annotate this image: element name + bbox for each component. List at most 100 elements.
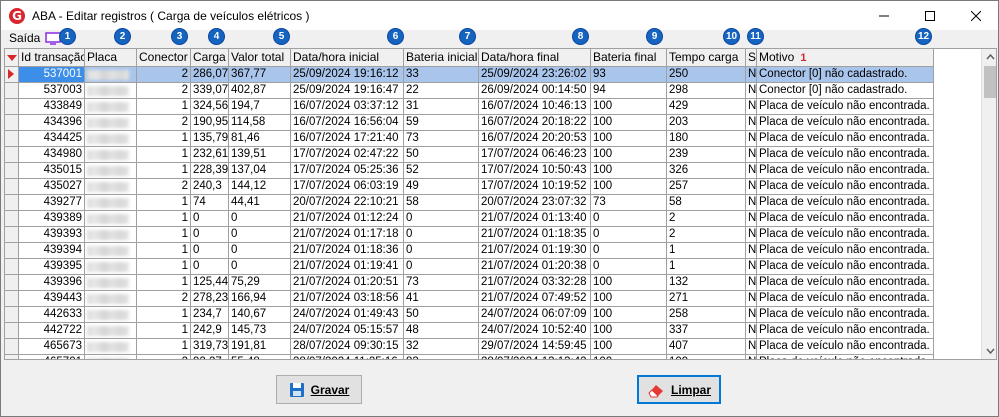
scroll-down-icon[interactable] [982,343,997,359]
table-cell[interactable]: 0 [191,227,229,243]
table-cell[interactable] [85,323,137,339]
table-cell[interactable]: 0 [591,227,667,243]
table-cell[interactable]: 435015 [19,163,85,179]
table-row[interactable]: 537003 2 339,07 402,87 25/09/2024 19:16:47 22… [5,83,934,99]
table-cell[interactable]: 20/07/2024 22:10:21 [291,195,404,211]
table-cell[interactable]: 537001 [19,67,85,83]
table-cell[interactable]: 21/07/2024 01:18:36 [291,243,404,259]
column-header[interactable]: Bateria final [591,49,667,67]
table-cell[interactable]: 1 [137,243,191,259]
table-cell[interactable]: 100 [591,291,667,307]
table-cell[interactable] [85,307,137,323]
table-cell[interactable]: 41 [404,291,479,307]
table-cell[interactable]: Placa de veículo não encontrada. [757,211,934,227]
table-cell[interactable]: 94 [591,83,667,99]
table-cell[interactable]: 25/09/2024 19:16:12 [291,67,404,83]
column-header[interactable]: Id transação [19,49,85,67]
table-cell[interactable]: 2 [137,355,191,359]
table-cell[interactable]: N [746,259,757,275]
records-grid[interactable]: Id transação Placa Conector Carga Valor tota… [4,48,997,360]
table-cell[interactable]: Placa de veículo não encontrada. [757,259,934,275]
row-indicator[interactable] [5,131,19,147]
table-cell[interactable] [85,355,137,359]
table-cell[interactable]: 17/07/2024 10:50:43 [479,163,591,179]
table-row[interactable]: 434396 2 190,95 114,58 16/07/2024 16:56:04 59… [5,115,934,131]
table-cell[interactable]: 24/07/2024 10:52:40 [479,323,591,339]
table-cell[interactable] [85,115,137,131]
table-cell[interactable]: 2 [667,211,746,227]
table-cell[interactable]: 1 [137,99,191,115]
table-cell[interactable]: Placa de veículo não encontrada. [757,179,934,195]
close-button[interactable] [953,1,999,30]
row-indicator[interactable] [5,147,19,163]
table-cell[interactable]: 22 [404,83,479,99]
table-cell[interactable]: 16/07/2024 16:56:04 [291,115,404,131]
table-cell[interactable]: 465673 [19,339,85,355]
table-cell[interactable]: 81,46 [229,131,291,147]
table-cell[interactable]: 1 [137,195,191,211]
table-cell[interactable]: N [746,339,757,355]
table-cell[interactable]: 0 [229,243,291,259]
table-cell[interactable]: 16/07/2024 03:37:12 [291,99,404,115]
table-cell[interactable]: 50 [404,307,479,323]
table-cell[interactable]: 191,81 [229,339,291,355]
table-cell[interactable]: 1 [137,131,191,147]
table-cell[interactable]: 434425 [19,131,85,147]
table-cell[interactable]: 49 [404,179,479,195]
row-indicator-header[interactable] [5,49,19,67]
table-cell[interactable]: 0 [404,259,479,275]
table-cell[interactable]: Placa de veículo não encontrada. [757,291,934,307]
table-cell[interactable]: 28/07/2024 11:25:16 [291,355,404,359]
table-cell[interactable]: 0 [591,243,667,259]
row-indicator[interactable] [5,307,19,323]
table-cell[interactable]: N [746,227,757,243]
table-cell[interactable]: 29/07/2024 14:59:45 [479,339,591,355]
table-cell[interactable]: N [746,163,757,179]
table-row[interactable]: 439277 1 74 44,41 20/07/2024 22:10:21 58 20/07… [5,195,934,211]
table-cell[interactable]: 93 [591,67,667,83]
table-cell[interactable]: 100 [591,163,667,179]
table-cell[interactable]: 407 [667,339,746,355]
table-cell[interactable]: 194,7 [229,99,291,115]
table-cell[interactable]: 439394 [19,243,85,259]
table-cell[interactable]: 44,41 [229,195,291,211]
table-row[interactable]: 439443 2 278,23 166,94 21/07/2024 03:18:56 41… [5,291,934,307]
table-cell[interactable]: 2 [137,179,191,195]
row-indicator[interactable] [5,67,19,83]
table-cell[interactable]: 24/07/2024 06:07:09 [479,307,591,323]
table-cell[interactable]: 239 [667,147,746,163]
table-cell[interactable]: 144,12 [229,179,291,195]
table-cell[interactable]: 0 [404,243,479,259]
table-cell[interactable]: 429 [667,99,746,115]
table-cell[interactable] [85,99,137,115]
table-cell[interactable] [85,211,137,227]
table-cell[interactable]: 324,56 [191,99,229,115]
table-cell[interactable]: 0 [591,211,667,227]
table-row[interactable]: 439389 1 0 0 21/07/2024 01:12:24 0 21/07/2024 … [5,211,934,227]
table-cell[interactable]: 16/07/2024 20:18:22 [479,115,591,131]
table-cell[interactable]: 337 [667,323,746,339]
table-cell[interactable]: 537003 [19,83,85,99]
scrollbar-thumb[interactable] [984,66,996,98]
table-cell[interactable]: 0 [404,211,479,227]
table-cell[interactable]: 402,87 [229,83,291,99]
table-cell[interactable]: 100 [591,115,667,131]
table-cell[interactable]: 0 [591,259,667,275]
table-cell[interactable]: N [746,355,757,359]
table-cell[interactable]: 33 [404,67,479,83]
table-cell[interactable]: 17/07/2024 06:03:19 [291,179,404,195]
table-cell[interactable]: 58 [667,195,746,211]
table-cell[interactable]: 28/07/2024 09:30:15 [291,339,404,355]
table-row[interactable]: 465673 1 319,73 191,81 28/07/2024 09:30:15 32… [5,339,934,355]
table-cell[interactable]: Conector [0] não cadastrado. [757,67,934,83]
row-indicator[interactable] [5,83,19,99]
table-cell[interactable]: 203 [667,115,746,131]
table-cell[interactable]: 439395 [19,259,85,275]
table-cell[interactable]: 137,04 [229,163,291,179]
table-cell[interactable]: 1 [667,259,746,275]
table-cell[interactable]: N [746,195,757,211]
table-cell[interactable]: 339,07 [191,83,229,99]
table-cell[interactable]: 21/07/2024 01:13:40 [479,211,591,227]
table-row[interactable]: 439395 1 0 0 21/07/2024 01:19:41 0 21/07/2024 … [5,259,934,275]
table-cell[interactable]: 326 [667,163,746,179]
